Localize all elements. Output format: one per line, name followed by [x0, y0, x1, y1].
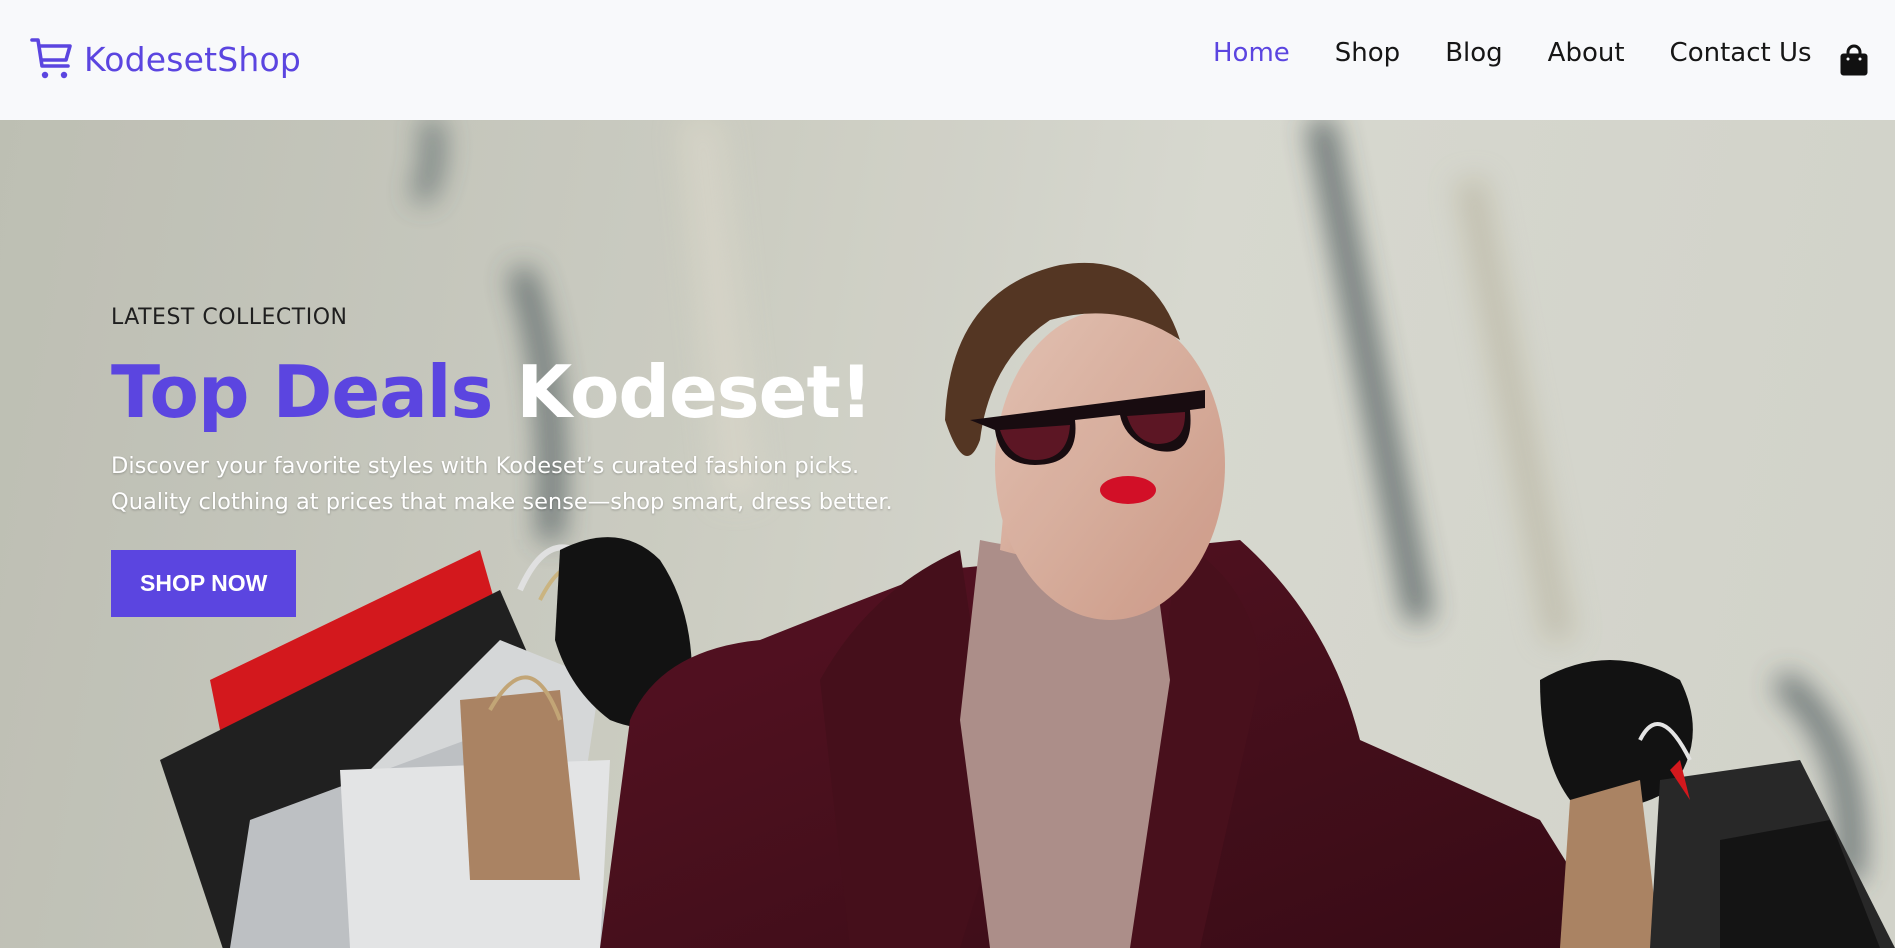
- nav-about[interactable]: About: [1548, 38, 1625, 68]
- shop-now-button[interactable]: SHOP NOW: [111, 550, 297, 617]
- hero-description: Discover your favorite styles with Kodes…: [111, 453, 893, 515]
- hero-headline-accent: Top Deals: [111, 350, 493, 434]
- hero-eyebrow: LATEST COLLECTION: [111, 305, 348, 330]
- brand-logo-link[interactable]: KodesetShop: [30, 36, 301, 82]
- nav-home[interactable]: Home: [1213, 38, 1290, 68]
- hero-headline: Top Deals Kodeset!: [111, 352, 931, 432]
- nav-blog[interactable]: Blog: [1445, 38, 1502, 68]
- brand-name: KodesetShop: [84, 39, 302, 79]
- cart-icon: [30, 38, 72, 79]
- nav-contact-us[interactable]: Contact Us: [1670, 38, 1812, 68]
- hero-headline-rest: Kodeset!: [516, 350, 872, 434]
- site-header: KodesetShop Home Shop Blog About Contact…: [0, 0, 1895, 120]
- hero-banner: LATEST COLLECTION Top Deals Kodeset! Dis…: [0, 120, 1895, 948]
- main-nav: Home Shop Blog About Contact Us: [1213, 38, 1812, 68]
- hero-content: LATEST COLLECTION Top Deals Kodeset! Dis…: [111, 305, 931, 617]
- nav-shop[interactable]: Shop: [1335, 38, 1400, 68]
- shopping-bag-icon[interactable]: [1839, 44, 1869, 76]
